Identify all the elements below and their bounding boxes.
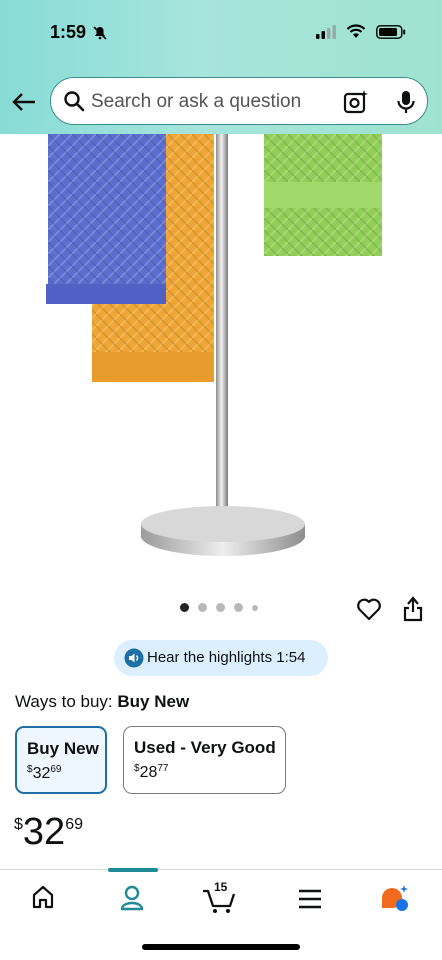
audio-play-icon: [124, 648, 144, 668]
carousel-dot[interactable]: [216, 603, 225, 612]
hear-highlights-label: Hear the highlights 1:54: [147, 649, 306, 666]
back-arrow-icon[interactable]: [10, 88, 38, 116]
assistant-icon[interactable]: [380, 884, 410, 912]
status-time-text: 1:59: [50, 22, 87, 42]
price-fraction: 69: [65, 816, 83, 833]
battery-icon: [376, 24, 406, 39]
hear-highlights-button[interactable]: Hear the highlights 1:54: [114, 640, 328, 676]
status-indicators: [316, 24, 406, 39]
microphone-icon[interactable]: [395, 89, 417, 115]
ways-to-buy-label: Ways to buy:: [15, 692, 113, 711]
carousel-dot[interactable]: [234, 603, 243, 612]
menu-icon[interactable]: [298, 889, 322, 909]
share-icon[interactable]: [402, 596, 424, 622]
active-tab-indicator: [108, 868, 158, 872]
used-very-good-option[interactable]: Used - Very Good $2877: [123, 726, 286, 794]
price-whole: 32: [22, 811, 66, 853]
carousel-dot[interactable]: [252, 604, 258, 611]
heart-icon[interactable]: [356, 597, 382, 621]
search-bar[interactable]: Search or ask a question: [50, 77, 428, 125]
wifi-icon: [346, 24, 366, 38]
home-indicator: [142, 944, 300, 950]
search-icon: [64, 91, 85, 112]
carousel-dots[interactable]: [180, 603, 258, 612]
product-price: $ 32 69: [14, 812, 83, 852]
price-symbol: $: [14, 816, 23, 833]
cart-count-badge: 15: [214, 880, 228, 894]
option-title: Used - Very Good: [134, 738, 276, 757]
ways-to-buy-selected: Buy New: [117, 692, 190, 711]
cellular-signal-icon: [316, 24, 336, 39]
account-icon[interactable]: [120, 885, 144, 911]
search-input[interactable]: Search or ask a question: [91, 91, 301, 113]
status-time: 1:59: [50, 22, 108, 43]
top-header: 1:59 Search or ask a question: [0, 0, 442, 134]
buy-new-option[interactable]: Buy New $3269: [15, 726, 107, 794]
carousel-dot[interactable]: [180, 603, 189, 612]
carousel-dot[interactable]: [198, 603, 207, 612]
option-title: Buy New: [27, 739, 99, 758]
bell-muted-icon: [93, 25, 107, 40]
home-icon[interactable]: [32, 885, 54, 909]
camera-search-icon[interactable]: [343, 89, 369, 115]
product-image[interactable]: [0, 134, 442, 584]
option-price: $3269: [27, 764, 62, 782]
option-price: $2877: [134, 763, 169, 781]
ways-to-buy: Ways to buy: Buy New: [15, 692, 189, 712]
